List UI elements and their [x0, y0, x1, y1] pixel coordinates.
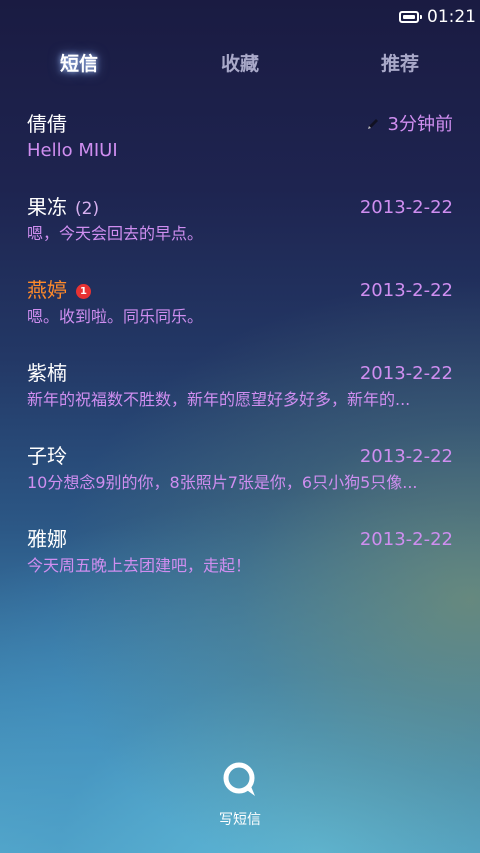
status-clock: 01:21 [427, 7, 476, 27]
tab-bar: 短信 收藏 推荐 [0, 50, 480, 80]
contact-name-text: 燕婷 [27, 278, 67, 302]
compose-message-button[interactable]: 写短信 [200, 760, 280, 835]
conversation-item[interactable]: 燕婷 1 2013-2-22 嗯。收到啦。同乐同乐。 [0, 270, 480, 350]
message-time: 2013-2-22 [359, 529, 453, 550]
message-time: 2013-2-22 [359, 363, 453, 384]
message-time: 2013-2-22 [359, 280, 453, 301]
conversation-item[interactable]: 子玲 2013-2-22 10分想念9别的你，8张照片7张是你，6只小狗5只像.… [0, 436, 480, 516]
conversation-item[interactable]: 雅娜 2013-2-22 今天周五晚上去团建吧，走起！ [0, 519, 480, 599]
unread-badge: 1 [76, 284, 91, 299]
message-time: 3分钟前 [366, 112, 453, 138]
message-preview: 今天周五晚上去团建吧，走起！ [27, 556, 252, 575]
conversation-item[interactable]: 倩倩 3分钟前 Hello MIUI [0, 104, 480, 184]
contact-name-text: 果冻 [27, 195, 67, 219]
message-preview: 10分想念9别的你，8张照片7张是你，6只小狗5只像... [27, 473, 418, 492]
conversation-item[interactable]: 紫楠 2013-2-22 新年的祝福数不胜数，新年的愿望好多好多，新年的... [0, 353, 480, 433]
chat-bubble-icon [223, 762, 255, 796]
tab-recommended[interactable]: 推荐 [340, 50, 460, 78]
message-time: 2013-2-22 [359, 446, 453, 467]
status-bar: 01:21 [0, 0, 480, 36]
message-preview: 新年的祝福数不胜数，新年的愿望好多好多，新年的... [27, 390, 411, 409]
contact-name: 紫楠 [27, 361, 67, 385]
contact-name: 燕婷 1 [27, 276, 91, 304]
tab-favorites[interactable]: 收藏 [180, 50, 300, 78]
message-time-text: 3分钟前 [387, 114, 453, 135]
tab-messages[interactable]: 短信 [19, 50, 139, 78]
compose-label: 写短信 [219, 812, 261, 828]
battery-full-icon [399, 11, 422, 23]
contact-name: 倩倩 [27, 112, 67, 136]
message-count: (2) [75, 199, 100, 219]
message-preview: Hello MIUI [27, 140, 118, 161]
pencil-draft-icon [367, 119, 378, 129]
message-time: 2013-2-22 [359, 197, 453, 218]
contact-name: 果冻 (2) [27, 193, 99, 223]
message-preview: 嗯。收到啦。同乐同乐。 [27, 307, 204, 326]
message-preview: 嗯，今天会回去的早点。 [27, 224, 204, 243]
contact-name: 子玲 [27, 444, 67, 468]
conversation-item[interactable]: 果冻 (2) 2013-2-22 嗯，今天会回去的早点。 [0, 187, 480, 267]
contact-name: 雅娜 [27, 527, 67, 551]
